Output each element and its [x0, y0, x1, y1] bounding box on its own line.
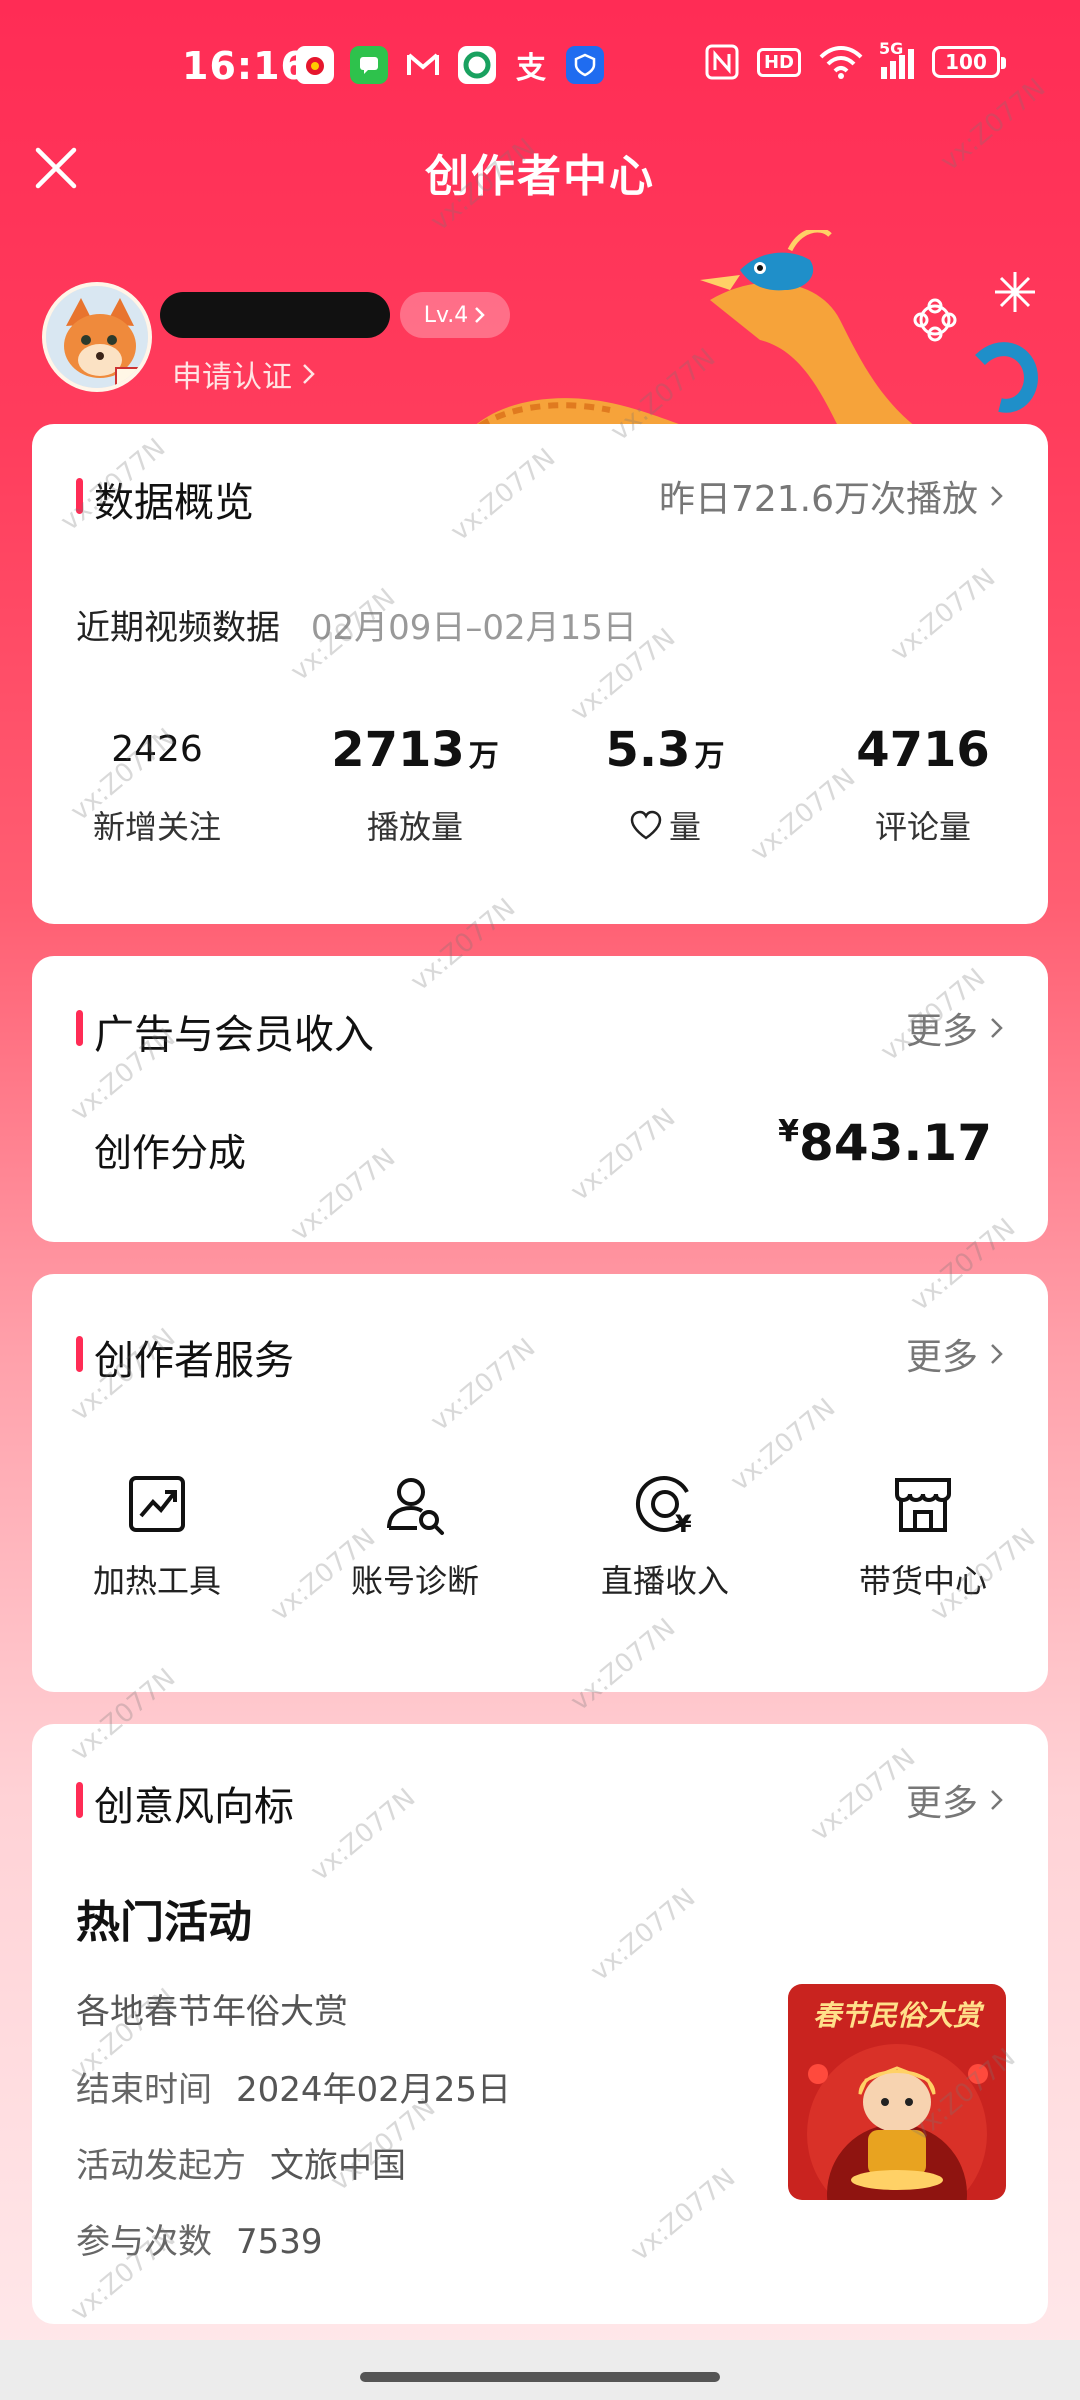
- trends-more-link[interactable]: 更多: [906, 1774, 1004, 1826]
- verify-link[interactable]: 申请认证: [172, 352, 316, 396]
- stat-value: 4716: [856, 722, 990, 778]
- dragon-decoration: [470, 230, 1038, 430]
- activity-poster[interactable]: 春节民俗大赏: [788, 1984, 1006, 2200]
- recent-data-row: 近期视频数据 02月09日–02月15日: [76, 600, 637, 649]
- stat-plays[interactable]: 2713 万 播放量: [290, 720, 540, 848]
- svg-text:¥: ¥: [675, 1510, 692, 1538]
- service-commerce-center[interactable]: 带货中心: [798, 1468, 1048, 1602]
- status-time: 16:16: [182, 44, 308, 88]
- hot-activities-title: 热门活动: [76, 1897, 252, 1948]
- stat-label-row: 量: [540, 802, 790, 848]
- trending-chart-icon: [129, 1476, 185, 1532]
- data-overview-card: 数据概览 昨日721.6万次播放 近期视频数据 02月09日–02月15日: [32, 424, 1048, 924]
- end-time-label: 结束时间: [76, 2070, 212, 2110]
- stat-unit: 万: [694, 739, 725, 774]
- date-range: 02月09日–02月15日: [310, 608, 637, 648]
- wifi-icon: [819, 46, 863, 79]
- weibo-icon: [296, 46, 334, 84]
- more-label: 更多: [905, 1337, 978, 1378]
- status-bar: 16:16 支 HD 5G 100: [0, 0, 1080, 130]
- participation-label: 参与次数: [76, 2222, 212, 2262]
- title-accent-bar: [76, 1336, 83, 1372]
- battery-icon: 100: [932, 46, 1006, 78]
- chevron-right-icon: [991, 1790, 1003, 1810]
- stat-label: 量: [668, 808, 701, 846]
- signal-icon: 5G: [879, 39, 914, 79]
- services-title: 创作者服务: [94, 1338, 294, 1384]
- service-live-income[interactable]: ¥ 直播收入: [540, 1468, 790, 1602]
- page-title: 创作者中心: [425, 151, 655, 202]
- service-label: 直播收入: [600, 1562, 729, 1600]
- stat-label: 播放量: [366, 808, 463, 846]
- creator-share-amount: ¥843.17: [778, 1114, 992, 1172]
- gmail-icon: [404, 46, 442, 84]
- messages-icon: [350, 46, 388, 84]
- amount-value: 843.17: [799, 1114, 992, 1172]
- live-income-icon: ¥: [636, 1476, 692, 1538]
- activity-name[interactable]: 各地春节年俗大赏: [76, 1984, 348, 2033]
- chevron-right-icon: [303, 364, 315, 384]
- service-label: 带货中心: [858, 1562, 987, 1600]
- avatar[interactable]: [42, 282, 152, 392]
- stat-label: 评论量: [874, 808, 971, 846]
- user-search-icon: [387, 1478, 444, 1535]
- stat-label: 新增关注: [92, 808, 221, 846]
- nfc-icon: [705, 44, 739, 80]
- app-icon: [458, 46, 496, 84]
- stat-new-followers[interactable]: 2426 新增关注: [32, 720, 282, 848]
- stat-value: 2713 万: [290, 720, 540, 780]
- creator-share-label: 创作分成: [94, 1131, 247, 1175]
- activity-participation: 参与次数 7539: [76, 2214, 323, 2263]
- stat-value: 5.3 万: [540, 720, 790, 780]
- title-accent-bar: [76, 1782, 83, 1818]
- services-more-link[interactable]: 更多: [906, 1328, 1004, 1380]
- stat-value: 2426: [111, 729, 203, 770]
- organizer-value: 文旅中国: [270, 2146, 406, 2186]
- participation-value: 7539: [236, 2222, 323, 2262]
- more-label: 更多: [905, 1783, 978, 1824]
- shield-icon: [566, 46, 604, 84]
- income-more-link[interactable]: 更多: [906, 1002, 1004, 1054]
- chevron-right-icon: [991, 1018, 1003, 1038]
- recent-label: 近期视频数据: [76, 608, 280, 648]
- poster-title: 春节民俗大赏: [812, 1999, 981, 2032]
- currency-symbol: ¥: [778, 1114, 800, 1149]
- title-accent-bar: [76, 1010, 83, 1046]
- service-label: 账号诊断: [350, 1562, 479, 1600]
- activity-organizer: 活动发起方 文旅中国: [76, 2138, 406, 2187]
- notification-icons: 支: [296, 46, 604, 86]
- stat-unit: 万: [468, 739, 499, 774]
- income-card[interactable]: 广告与会员收入 更多 创作分成 ¥843.17: [32, 956, 1048, 1242]
- trends-title: 创意风向标: [94, 1784, 294, 1830]
- stat-comments[interactable]: 4716 评论量: [798, 720, 1048, 848]
- activity-end-time: 结束时间 2024年02月25日: [76, 2062, 511, 2111]
- stat-number: 5.3: [605, 722, 691, 778]
- service-label: 加热工具: [92, 1562, 221, 1600]
- verify-label: 申请认证: [172, 360, 292, 395]
- income-title: 广告与会员收入: [94, 1012, 374, 1058]
- chevron-right-icon: [991, 1344, 1003, 1364]
- data-overview-title: 数据概览: [94, 480, 254, 526]
- stat-likes[interactable]: 5.3 万 量: [540, 720, 790, 848]
- yesterday-plays-link[interactable]: 昨日721.6万次播放: [659, 470, 1004, 522]
- title-accent-bar: [76, 478, 83, 514]
- heart-icon: [630, 810, 662, 840]
- organizer-label: 活动发起方: [76, 2146, 246, 2186]
- end-time-value: 2024年02月25日: [236, 2070, 512, 2110]
- home-gesture-handle[interactable]: [360, 2372, 720, 2382]
- service-boost-tools[interactable]: 加热工具: [32, 1468, 282, 1602]
- stat-number: 2713: [331, 722, 465, 778]
- system-icons: HD 5G 100: [705, 39, 1006, 80]
- more-label: 更多: [905, 1011, 978, 1052]
- store-icon: [895, 1478, 951, 1532]
- service-account-diagnosis[interactable]: 账号诊断: [290, 1468, 540, 1602]
- network-type: 5G: [879, 39, 904, 58]
- chevron-right-icon: [991, 486, 1003, 506]
- system-nav-bar: [0, 2340, 1080, 2400]
- username-redacted: [160, 292, 390, 338]
- yesterday-plays: 昨日721.6万次播放: [658, 479, 978, 520]
- hd-icon: HD: [756, 47, 801, 77]
- alipay-icon: 支: [516, 51, 546, 86]
